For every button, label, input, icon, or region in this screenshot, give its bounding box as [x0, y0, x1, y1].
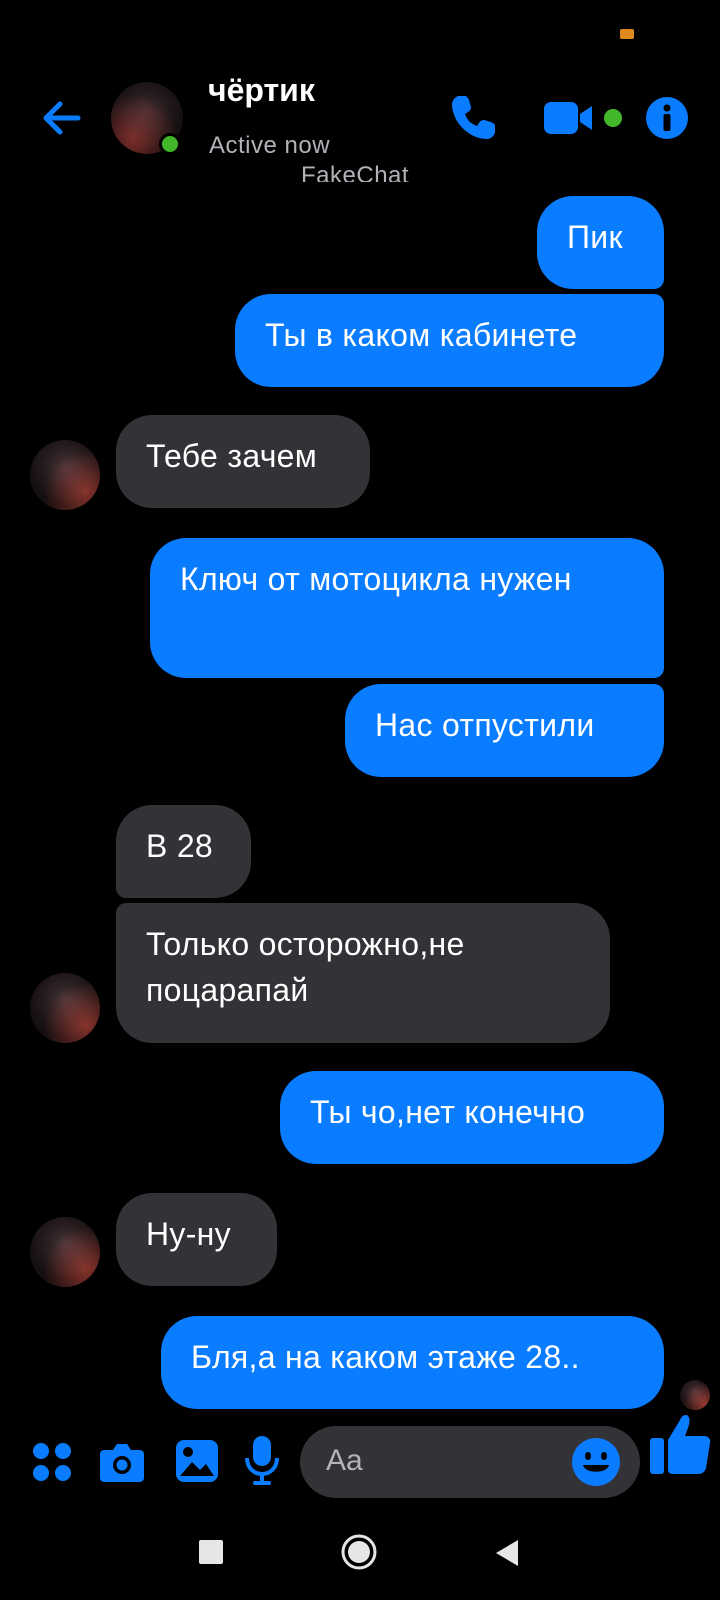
- contact-avatar-small[interactable]: [30, 1217, 100, 1287]
- message-bubble-incoming[interactable]: Ну-ну: [116, 1193, 277, 1286]
- video-online-indicator: [604, 109, 622, 127]
- contact-avatar-small[interactable]: [30, 440, 100, 510]
- message-input[interactable]: Aa: [300, 1426, 640, 1498]
- message-composer: Aa: [0, 1415, 720, 1510]
- arrow-left-icon[interactable]: [38, 94, 86, 142]
- chat-header: чёртик Active now FakeChat: [0, 70, 720, 190]
- home-button[interactable]: [340, 1533, 378, 1571]
- message-input-placeholder: Aa: [326, 1444, 363, 1477]
- contact-name[interactable]: чёртик: [208, 72, 315, 109]
- info-icon[interactable]: [645, 96, 689, 140]
- contact-avatar-small[interactable]: [30, 973, 100, 1043]
- back-button[interactable]: [494, 1538, 520, 1568]
- video-camera-icon[interactable]: [544, 98, 598, 138]
- four-dots-icon[interactable]: [32, 1442, 72, 1482]
- message-bubble-outgoing[interactable]: Бля,а на каком этаже 28..: [161, 1316, 664, 1409]
- message-bubble-incoming[interactable]: В 28: [116, 805, 251, 898]
- message-bubble-outgoing[interactable]: Нас отпустили: [345, 684, 664, 777]
- message-bubble-outgoing[interactable]: Ты в каком кабинете: [235, 294, 664, 387]
- message-bubble-outgoing[interactable]: Пик: [537, 196, 664, 289]
- phone-icon[interactable]: [449, 92, 499, 142]
- message-bubble-outgoing[interactable]: Ты чо,нет конечно: [280, 1071, 664, 1164]
- watermark-text: FakeChat: [301, 162, 410, 182]
- message-bubble-outgoing[interactable]: Ключ от мотоцикла нужен: [150, 538, 664, 678]
- microphone-icon[interactable]: [244, 1436, 280, 1486]
- seen-indicator-avatar: [680, 1380, 710, 1410]
- image-icon[interactable]: [176, 1440, 218, 1482]
- recent-apps-button[interactable]: [199, 1540, 223, 1564]
- notification-indicator: [620, 29, 634, 39]
- message-bubble-incoming[interactable]: Только осторожно,не поцарапай: [116, 903, 610, 1043]
- smiley-icon[interactable]: [572, 1438, 620, 1486]
- message-bubble-incoming[interactable]: Тебе зачем: [116, 415, 370, 508]
- contact-status: Active now: [209, 132, 331, 159]
- camera-icon[interactable]: [100, 1442, 144, 1482]
- thumbs-up-icon[interactable]: [650, 1412, 712, 1476]
- online-indicator: [159, 133, 181, 155]
